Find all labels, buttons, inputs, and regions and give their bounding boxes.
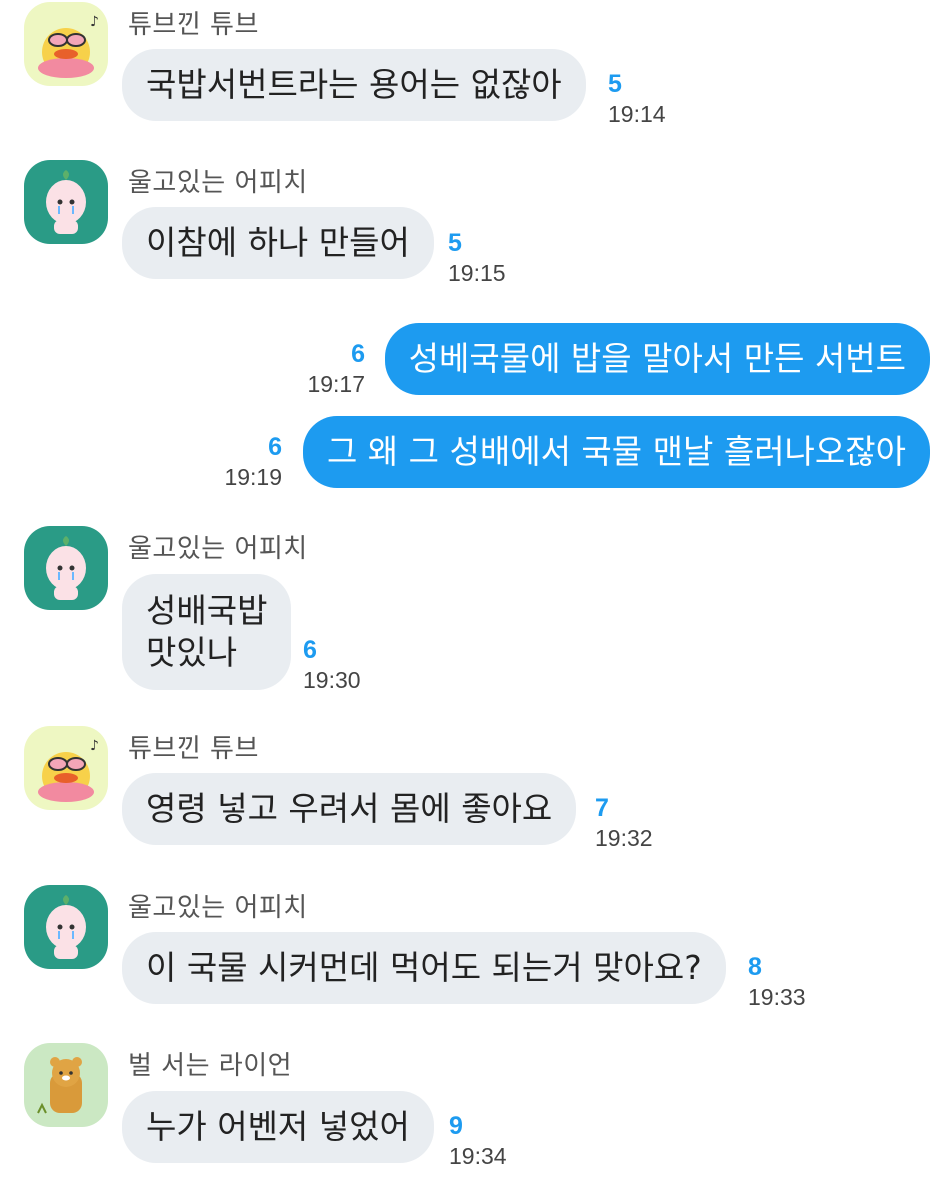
my-message-bubble[interactable]: 성베국물에 밥을 말아서 만든 서번트 [384,323,930,395]
message-bubble[interactable]: 성배국밥 맛있나 [122,574,292,690]
message-meta: 5 19:15 [448,229,506,287]
sender-name: 울고있는 어피치 [128,168,308,198]
unread-count: 5 [448,229,462,257]
my-message-bubble[interactable]: 그 왜 그 성배에서 국물 맨날 흘러나오잖아 [302,416,930,488]
message-meta: 5 19:14 [608,70,666,128]
message-bubble[interactable]: 누가 어벤저 넣었어 [122,1091,434,1163]
message-time: 19:15 [448,260,506,286]
message-bubble[interactable]: 국밥서번트라는 용어는 없잖아 [122,49,586,121]
unread-count: 5 [608,70,622,98]
unread-count: 8 [748,953,762,981]
tube-duck-avatar[interactable]: ♪ [24,726,108,810]
unread-count: 6 [351,340,365,368]
message-time: 19:34 [449,1143,507,1169]
message-meta: 6 19:19 [224,433,282,491]
tube-duck-icon: ♪ [38,738,99,802]
unread-count: 6 [268,433,282,461]
tube-duck-icon: ♪ [38,14,99,78]
svg-text:♪: ♪ [90,738,99,754]
message-meta: 6 19:17 [307,340,365,398]
message-time: 19:30 [303,667,361,693]
unread-count: 7 [595,794,609,822]
message-time: 19:17 [307,371,365,397]
crying-apeach-icon [46,536,86,600]
svg-text:♪: ♪ [90,14,99,30]
tube-duck-avatar[interactable]: ♪ [24,2,108,86]
message-meta: 7 19:32 [595,794,653,852]
crying-apeach-icon [46,170,86,234]
sender-name: 튜브낀 튜브 [128,734,259,764]
message-line: 성배국밥 [146,591,268,630]
sender-name: 울고있는 어피치 [128,534,308,564]
message-bubble[interactable]: 이 국물 시커먼데 먹어도 되는거 맞아요? [122,932,726,1004]
sender-name: 울고있는 어피치 [128,893,308,923]
message-bubble[interactable]: 이참에 하나 만들어 [122,207,434,279]
sender-name: 벌 서는 라이언 [128,1051,293,1081]
message-time: 19:33 [748,984,806,1010]
message-time: 19:32 [595,825,653,851]
message-bubble[interactable]: 영령 넣고 우려서 몸에 좋아요 [122,773,577,845]
punished-ryan-icon [37,1057,82,1114]
punished-ryan-avatar[interactable] [24,1043,108,1127]
message-meta: 6 19:30 [303,636,361,694]
crying-apeach-icon [46,895,86,959]
message-line: 맛있나 [146,633,238,672]
unread-count: 6 [303,636,317,664]
sender-name: 튜브낀 튜브 [128,10,259,40]
crying-apeach-avatar[interactable] [24,526,108,610]
message-meta: 9 19:34 [449,1112,507,1170]
unread-count: 9 [449,1112,463,1140]
crying-apeach-avatar[interactable] [24,160,108,244]
message-time: 19:14 [608,101,666,127]
message-meta: 8 19:33 [748,953,806,1011]
message-time: 19:19 [224,464,282,490]
crying-apeach-avatar[interactable] [24,885,108,969]
